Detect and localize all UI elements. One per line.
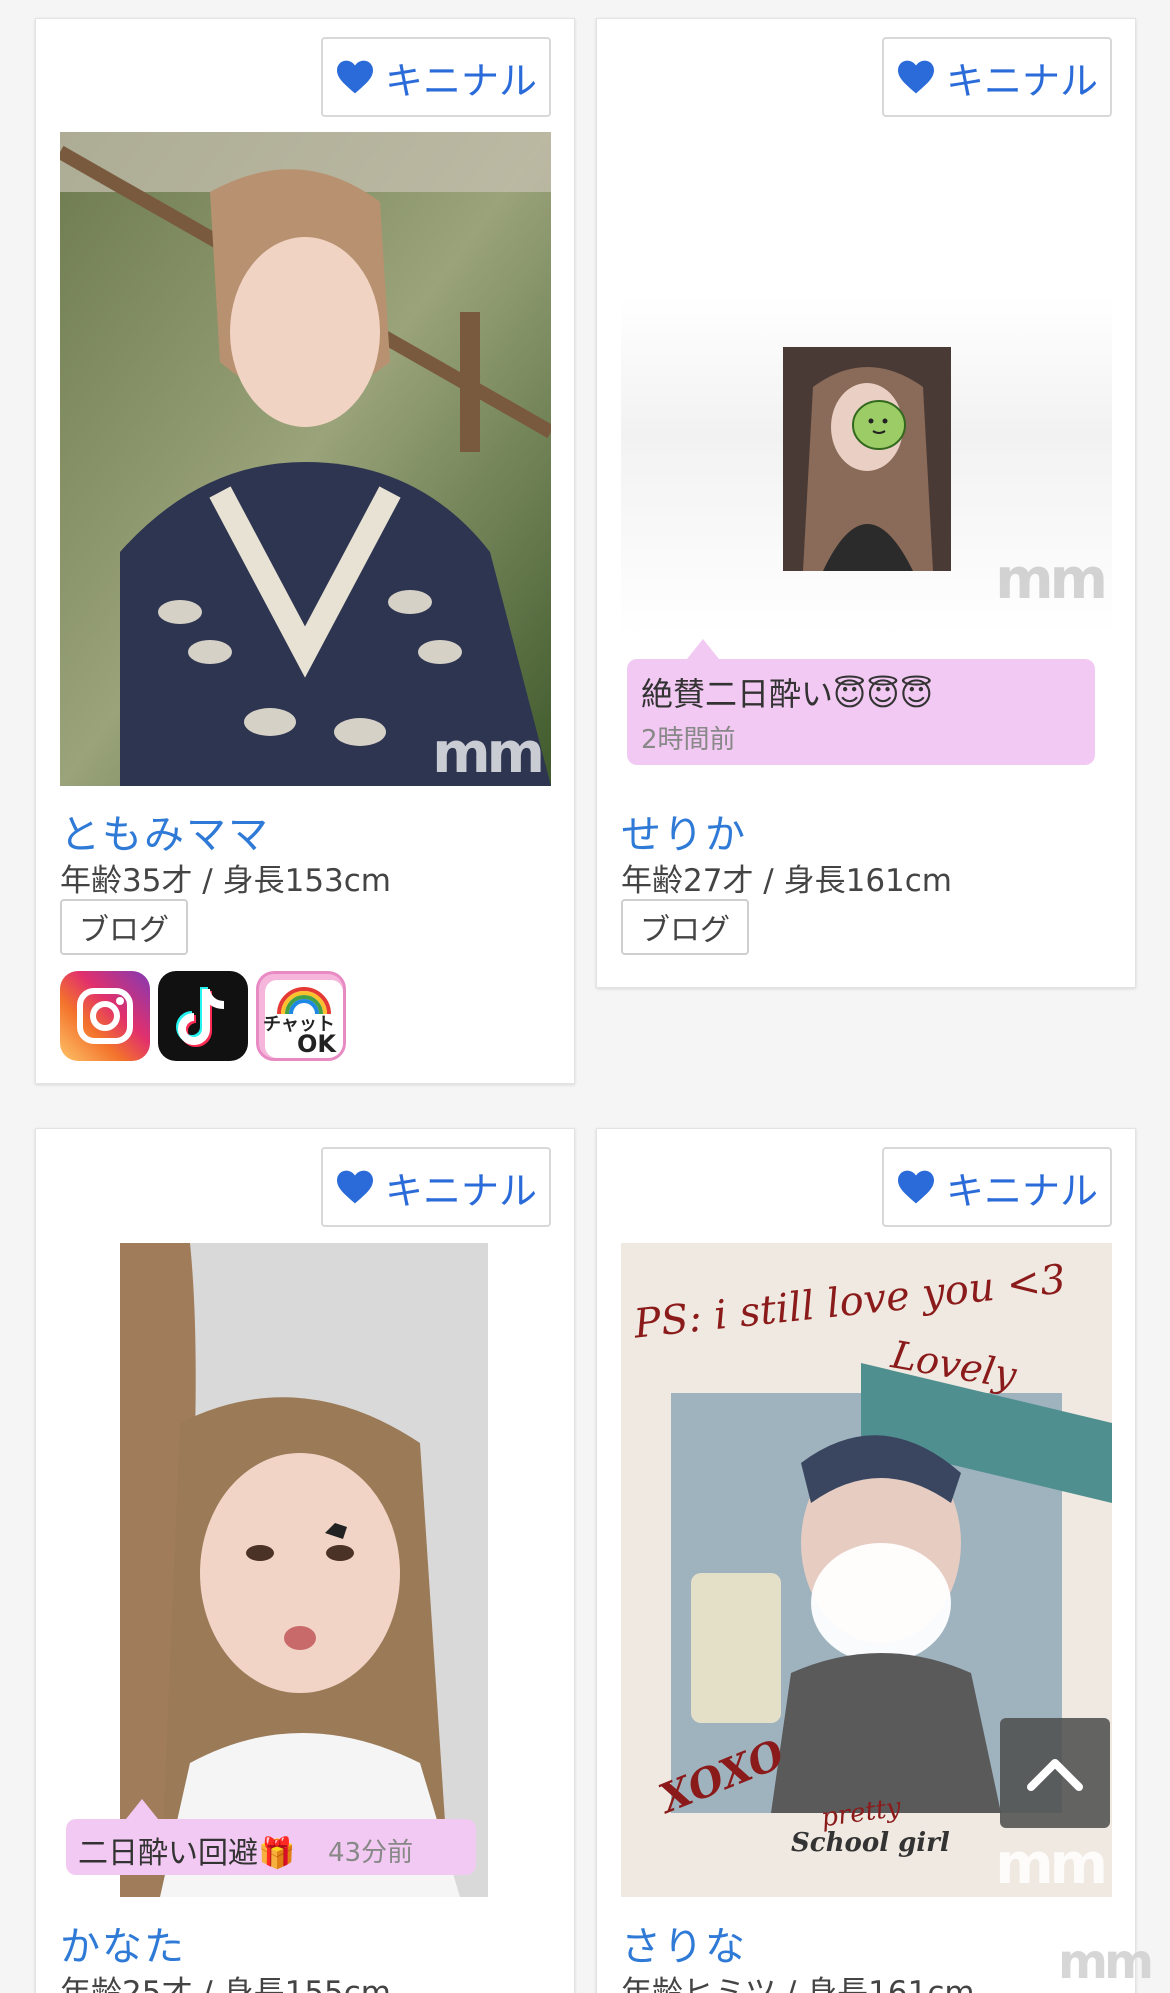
tiktok-icon[interactable]: [158, 971, 248, 1061]
cast-meta: 年齢ヒミツ / 身長161cm: [621, 1975, 975, 1993]
heart-icon: [897, 1170, 934, 1204]
status-bubble[interactable]: 絶賛二日酔い😇😇😇 2時間前: [627, 639, 1095, 765]
cast-meta: 年齢27才 / 身長161cm: [621, 863, 953, 899]
cast-card-sarina: キニナル PS: i still love you <3 Lovely XOXO…: [596, 1128, 1136, 1993]
watermark-logo: mm: [995, 1832, 1108, 1897]
blog-button[interactable]: ブログ: [60, 899, 188, 955]
heart-icon: [897, 60, 934, 94]
cast-card-kanata: キニナル 二日酔い回避🎁 43分前 かなた 年齢25才 / 身長155cm: [35, 1128, 575, 1993]
cast-name[interactable]: せりか: [621, 802, 747, 860]
favorite-label: キニナル: [384, 58, 537, 103]
cast-card-tomimi: キニナル mm ともみママ 年齢35才 / 身長153cm ブログ チャット O…: [35, 18, 575, 1084]
bubble-text: 絶賛二日酔い😇😇😇: [641, 675, 934, 713]
blog-button[interactable]: ブログ: [621, 899, 749, 955]
photo-handwriting-5: School girl: [791, 1828, 950, 1858]
heart-icon: [336, 1170, 373, 1204]
bubble-text: 二日酔い回避🎁: [78, 1836, 296, 1871]
favorite-label: キニナル: [384, 1168, 537, 1213]
heart-icon: [336, 60, 373, 94]
cast-card-serika: キニナル mm 絶賛二日酔い😇😇😇 2時間前 せりか 年齢27才 / 身長161…: [596, 18, 1136, 988]
favorite-button[interactable]: キニナル: [321, 37, 551, 117]
scroll-to-top-button[interactable]: [1000, 1718, 1110, 1828]
status-bubble[interactable]: 二日酔い回避🎁 43分前: [66, 1799, 476, 1875]
watermark-logo: mm: [1058, 1934, 1154, 1990]
cast-meta: 年齢25才 / 身長155cm: [60, 1975, 392, 1993]
chat-ok-ok: OK: [297, 1030, 336, 1058]
cast-photo[interactable]: mm: [621, 297, 1112, 637]
watermark-logo: mm: [995, 547, 1108, 612]
cast-name[interactable]: かなた: [60, 1914, 186, 1972]
bubble-time: 2時間前: [641, 725, 736, 755]
favorite-label: キニナル: [945, 1168, 1098, 1213]
cast-name[interactable]: さりな: [621, 1914, 747, 1972]
chevron-up-icon: [1027, 1759, 1083, 1791]
instagram-icon[interactable]: [60, 971, 150, 1061]
chat-ok-icon[interactable]: チャット OK: [256, 971, 346, 1061]
cast-photo[interactable]: [120, 1243, 488, 1897]
favorite-button[interactable]: キニナル: [882, 1147, 1112, 1227]
bubble-time: 43分前: [328, 1838, 414, 1868]
favorite-button[interactable]: キニナル: [882, 37, 1112, 117]
cast-meta: 年齢35才 / 身長153cm: [60, 863, 392, 899]
watermark-logo: mm: [432, 721, 545, 786]
cast-photo[interactable]: mm: [60, 132, 551, 786]
cast-name[interactable]: ともみママ: [60, 802, 270, 860]
favorite-label: キニナル: [945, 58, 1098, 103]
favorite-button[interactable]: キニナル: [321, 1147, 551, 1227]
